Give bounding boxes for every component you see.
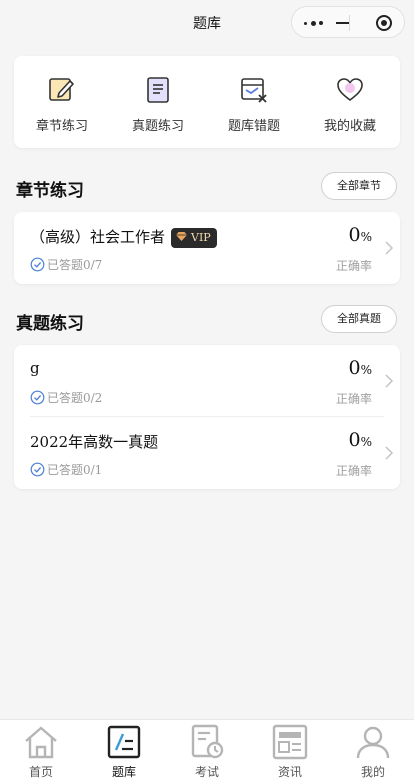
quick-label: 章节练习 — [35, 119, 88, 134]
capsule-divider — [349, 15, 350, 31]
tab-label: 资讯 — [277, 765, 302, 779]
answered-count: 已答题0/2 — [30, 389, 102, 406]
home-icon — [25, 726, 57, 759]
quick-exam-practice[interactable]: 真题练习 — [110, 56, 206, 148]
chevron-right-icon — [385, 241, 394, 255]
mini-program-capsule — [291, 6, 405, 38]
quick-favorites[interactable]: 我的收藏 — [302, 56, 398, 148]
item-name: 2022年高数一真题 — [30, 433, 159, 451]
answered-count: 已答题0/7 — [30, 256, 102, 273]
tab-home[interactable]: 首页 — [0, 720, 82, 780]
tab-label: 题库 — [111, 765, 136, 779]
accuracy-percent: 0% — [348, 224, 373, 246]
edit-note-icon — [49, 78, 74, 101]
accuracy-label: 正确率 — [335, 464, 372, 478]
accuracy-percent: 0% — [348, 429, 373, 451]
tab-label: 我的 — [360, 765, 385, 779]
bottom-tab-bar: 首页 题库 考试 资讯 我的 — [0, 719, 414, 780]
minimize-icon[interactable] — [336, 22, 349, 24]
diamond-icon — [176, 232, 188, 241]
item-name: g — [30, 359, 40, 377]
wrong-questions-icon — [241, 78, 267, 103]
quick-wrong-questions[interactable]: 题库错题 — [206, 56, 302, 148]
tab-label: 首页 — [28, 765, 53, 779]
close-target-icon[interactable] — [376, 15, 392, 31]
quick-access-card: 章节练习 真题练习 题库错题 我的收藏 — [14, 56, 400, 148]
check-circle-icon — [30, 257, 45, 272]
quick-label: 真题练习 — [131, 119, 184, 134]
news-icon — [272, 724, 308, 760]
check-circle-icon — [30, 390, 45, 405]
question-bank-icon — [107, 725, 141, 759]
vip-badge: VIP — [171, 228, 217, 248]
all-exams-button[interactable]: 全部真题 — [321, 305, 397, 333]
list-item[interactable]: 2022年高数一真题 已答题0/1 0% 正确率 — [14, 417, 400, 487]
tab-news[interactable]: 资讯 — [249, 720, 331, 780]
more-icon[interactable] — [304, 21, 326, 26]
check-circle-icon — [30, 462, 45, 477]
chapter-section-title: 章节练习 — [16, 181, 84, 201]
answered-count: 已答题0/1 — [30, 461, 102, 478]
document-list-icon — [147, 77, 169, 103]
accuracy-percent: 0% — [348, 357, 373, 379]
accuracy-label: 正确率 — [335, 392, 372, 406]
user-icon — [356, 726, 390, 759]
tab-exam[interactable]: 考试 — [166, 720, 248, 780]
list-item[interactable]: g 已答题0/2 0% 正确率 — [14, 345, 400, 415]
chevron-right-icon — [385, 446, 394, 460]
list-item[interactable]: （高级）社会工作者 VIP 已答题0/7 0% 正确率 — [14, 212, 400, 282]
heart-icon — [337, 78, 363, 102]
nav-bar: 题库 — [0, 0, 414, 44]
quick-label: 题库错题 — [227, 119, 280, 134]
accuracy-label: 正确率 — [335, 259, 372, 273]
exam-icon — [191, 724, 224, 759]
quick-label: 我的收藏 — [323, 119, 376, 134]
tab-question-bank[interactable]: 题库 — [83, 720, 165, 780]
all-chapters-button[interactable]: 全部章节 — [321, 172, 397, 200]
tab-profile[interactable]: 我的 — [332, 720, 414, 780]
exam-section-title: 真题练习 — [16, 314, 84, 334]
chevron-right-icon — [385, 374, 394, 388]
item-name: （高级）社会工作者 VIP — [30, 226, 217, 248]
quick-chapter-practice[interactable]: 章节练习 — [14, 56, 110, 148]
chapter-list-card: （高级）社会工作者 VIP 已答题0/7 0% 正确率 — [14, 212, 400, 284]
tab-label: 考试 — [194, 765, 219, 779]
exam-list-card: g 已答题0/2 0% 正确率 2022年高数一真题 已答题0/1 0% 正确率 — [14, 345, 400, 489]
